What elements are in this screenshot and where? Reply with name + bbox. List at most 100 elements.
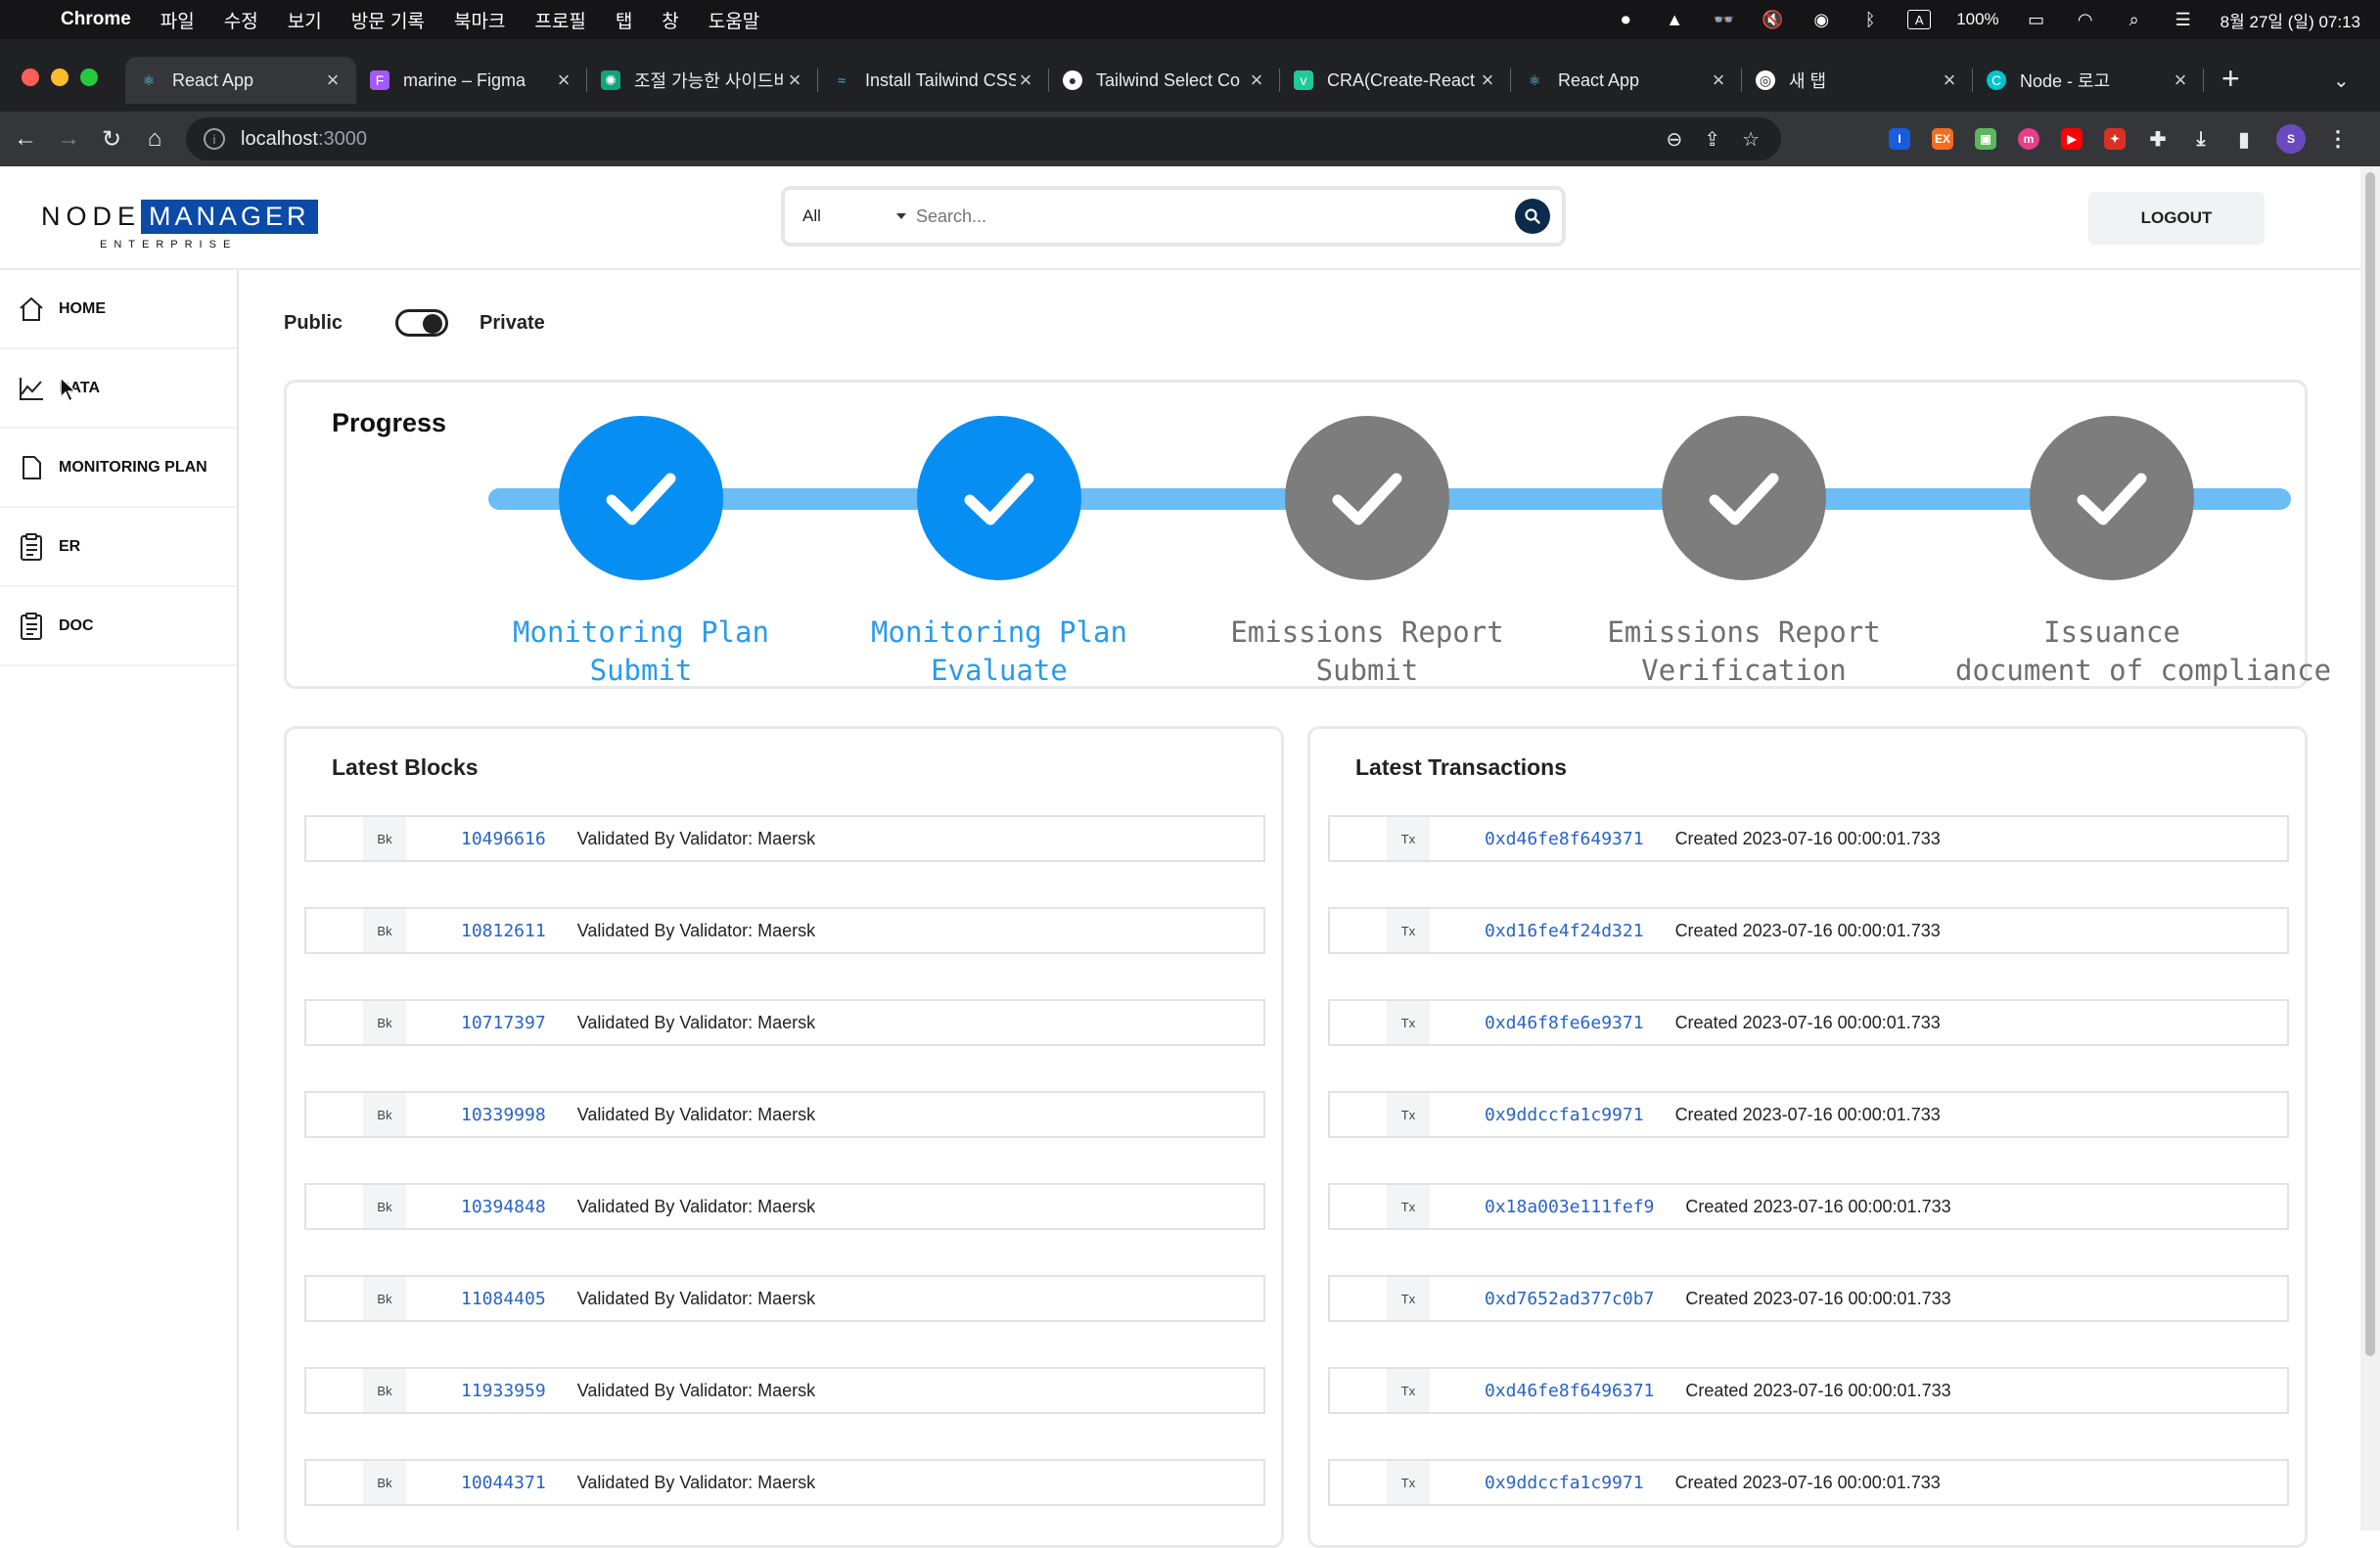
menu-app-name[interactable]: Chrome [61,9,131,30]
block-number-link[interactable]: 10044371 [461,1473,546,1493]
node-manager-logo[interactable]: NODE MANAGER ENTERPRISE [41,200,318,250]
address-bar[interactable]: i localhost:3000 ⊖ ⇪ ☆ [186,117,1781,160]
transaction-hash-link[interactable]: 0xd7652ad377c0b7 [1485,1289,1654,1309]
wifi-icon[interactable]: ◠ [2074,10,2097,29]
browser-tab[interactable]: C Node - 로고 × [1973,57,2204,104]
close-tab-icon[interactable]: × [2171,68,2190,93]
transaction-row[interactable]: Tx 0xd46f8fe6e9371 Created 2023-07-16 00:0… [1328,999,2289,1046]
bookmark-star-icon[interactable]: ☆ [1742,127,1760,152]
transaction-hash-link[interactable]: 0xd46f8fe6e9371 [1485,1013,1644,1033]
transaction-row[interactable]: Tx 0x9ddccfa1c9971 Created 2023-07-16 00:0… [1328,1459,2289,1506]
browser-tab[interactable]: ✺ 조절 가능한 사이드바 × [587,57,818,104]
menubar-clock[interactable]: 8월 27일 (일) 07:13 [2220,8,2360,32]
block-row[interactable]: Bk 11084405 Validated By Validator: Maersk [304,1275,1265,1322]
block-row[interactable]: Bk 11933959 Validated By Validator: Maersk [304,1367,1265,1414]
sidebar-item-doc[interactable]: DOC [0,587,237,666]
battery-icon[interactable]: ▭ [2025,10,2048,29]
spotlight-icon[interactable]: ⌕ [2123,10,2146,29]
menu-window[interactable]: 창 [662,7,678,33]
browser-tab[interactable]: v CRA(Create-React × [1280,57,1511,104]
menu-help[interactable]: 도움말 [709,7,759,33]
record-icon[interactable]: ⏺ [1614,10,1637,29]
close-tab-icon[interactable]: × [554,68,573,93]
logout-button[interactable]: LOGOUT [2088,192,2265,245]
block-number-link[interactable]: 11084405 [461,1289,546,1309]
transaction-hash-link[interactable]: 0xd46fe8f6496371 [1485,1381,1654,1401]
bitwarden-extension-icon[interactable]: I [1889,128,1910,150]
block-number-link[interactable]: 11933959 [461,1381,546,1401]
close-tab-icon[interactable]: × [1940,68,1959,93]
extension-m-icon[interactable]: m [2018,128,2039,150]
block-row[interactable]: Bk 10394848 Validated By Validator: Maersk [304,1183,1265,1230]
sidebar-item-home[interactable]: HOME [0,270,237,349]
block-number-link[interactable]: 10394848 [461,1197,546,1217]
bluetooth-icon[interactable]: ᛒ [1858,10,1882,29]
extension-icon[interactable]: ▣ [1975,128,1996,150]
transaction-row[interactable]: Tx 0xd46fe8f6496371 Created 2023-07-16 00:… [1328,1367,2289,1414]
home-button-icon[interactable]: ⌂ [133,125,176,153]
block-number-link[interactable]: 10339998 [461,1105,546,1125]
chrome-menu-icon[interactable]: ⋮ [2327,126,2349,151]
block-row[interactable]: Bk 10496616 Validated By Validator: Maersk [304,815,1265,862]
ex-extension-icon[interactable]: EX [1932,128,1953,150]
close-window-button[interactable] [22,68,39,86]
sidebar-item-monitoring-plan[interactable]: MONITORING PLAN [0,429,237,508]
browser-tab[interactable]: ⚛ React App × [125,57,356,104]
block-number-link[interactable]: 10812611 [461,921,546,941]
menu-view[interactable]: 보기 [288,7,322,33]
transaction-hash-link[interactable]: 0xd46fe8f649371 [1485,829,1644,849]
transaction-row[interactable]: Tx 0x9ddccfa1c9971 Created 2023-07-16 00:0… [1328,1091,2289,1138]
profile-avatar[interactable]: S [2276,124,2306,154]
transaction-row[interactable]: Tx 0x18a003e111fef9 Created 2023-07-16 00:… [1328,1183,2289,1230]
close-tab-icon[interactable]: × [1247,68,1266,93]
back-icon[interactable]: ← [4,125,47,153]
menu-profiles[interactable]: 프로필 [534,7,585,33]
extensions-puzzle-icon[interactable]: ✚ [2147,128,2169,151]
forward-icon[interactable]: → [47,125,90,153]
search-input[interactable] [916,205,1515,227]
close-tab-icon[interactable]: × [1709,68,1728,93]
scrollbar-thumb[interactable] [2365,172,2375,1356]
control-center-icon[interactable]: ☰ [2172,10,2195,29]
transaction-hash-link[interactable]: 0xd16fe4f24d321 [1485,921,1644,941]
side-panel-icon[interactable]: ▮ [2233,128,2255,151]
maximize-window-button[interactable] [80,68,98,86]
browser-tab[interactable]: ● Tailwind Select Co × [1049,57,1280,104]
transaction-hash-link[interactable]: 0x18a003e111fef9 [1485,1197,1654,1217]
sidebar-item-er[interactable]: ER [0,508,237,587]
menu-edit[interactable]: 수정 [224,7,258,33]
browser-tab[interactable]: ◎ 새 탭 × [1742,57,1973,104]
close-tab-icon[interactable]: × [1016,68,1035,93]
search-scope-select[interactable]: All [785,206,916,226]
zoom-icon[interactable]: ⊖ [1667,127,1683,152]
close-tab-icon[interactable]: × [323,68,343,93]
transaction-row[interactable]: Tx 0xd16fe4f24d321 Created 2023-07-16 00:0… [1328,907,2289,954]
close-tab-icon[interactable]: × [785,68,804,93]
transaction-hash-link[interactable]: 0x9ddccfa1c9971 [1485,1105,1644,1125]
site-info-icon[interactable]: i [204,128,225,150]
block-row[interactable]: Bk 10812611 Validated By Validator: Maersk [304,907,1265,954]
public-private-toggle[interactable] [395,309,449,337]
tab-search-icon[interactable]: ⌄ [2333,68,2350,93]
youtube-extension-icon[interactable]: ▶ [2061,128,2082,150]
browser-tab[interactable]: ≈ Install Tailwind CSS × [818,57,1049,104]
transaction-row[interactable]: Tx 0xd46fe8f649371 Created 2023-07-16 00:0… [1328,815,2289,862]
block-number-link[interactable]: 10496616 [461,829,546,849]
new-tab-icon[interactable]: + [2221,61,2240,97]
menu-tab[interactable]: 탭 [616,7,632,33]
menu-file[interactable]: 파일 [160,7,195,33]
share-icon[interactable]: ⇪ [1704,127,1720,152]
mute-icon[interactable]: 🔇 [1761,10,1784,29]
block-row[interactable]: Bk 10717397 Validated By Validator: Maersk [304,999,1265,1046]
menu-bookmarks[interactable]: 북마크 [454,7,505,33]
glasses-icon[interactable]: 👓 [1712,10,1735,29]
transaction-row[interactable]: Tx 0xd7652ad377c0b7 Created 2023-07-16 00:… [1328,1275,2289,1322]
transaction-hash-link[interactable]: 0x9ddccfa1c9971 [1485,1473,1644,1493]
airdrop-icon[interactable]: ◉ [1809,10,1833,29]
browser-tab[interactable]: F marine – Figma × [356,57,587,104]
reload-icon[interactable]: ↻ [90,125,133,154]
close-tab-icon[interactable]: × [1478,68,1497,93]
page-scrollbar[interactable] [2360,166,2380,1530]
search-button[interactable] [1515,199,1550,234]
extension-red-icon[interactable]: ✦ [2104,128,2126,150]
